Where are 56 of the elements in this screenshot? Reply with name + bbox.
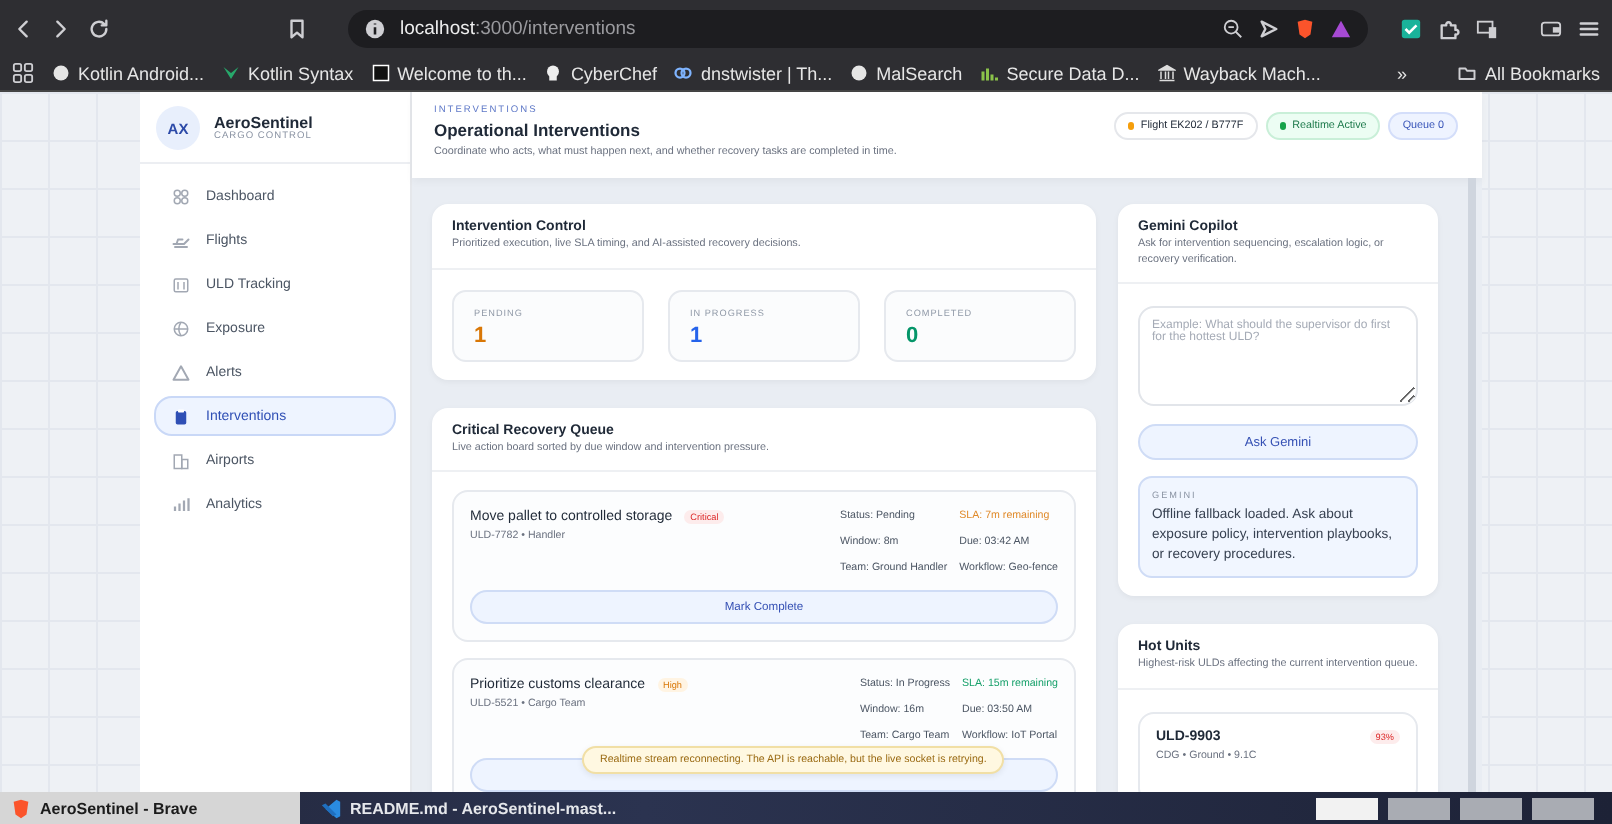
- share-icon: [1258, 17, 1280, 39]
- taskbar-window[interactable]: AeroSentinel - Brave: [0, 792, 300, 824]
- warning-icon: [172, 363, 190, 381]
- address-bar[interactable]: localhost:3000/interventions: [348, 9, 1368, 47]
- puzzle-icon: [1438, 17, 1460, 39]
- stat-value: 1: [690, 323, 705, 348]
- globe-icon: [172, 319, 190, 337]
- bookmark-link[interactable]: MalSearch: [876, 63, 963, 83]
- container-icon: [172, 275, 190, 293]
- building-icon: [1157, 64, 1176, 82]
- bookmark-link[interactable]: CyberChef: [570, 63, 657, 83]
- info-icon: [364, 17, 386, 39]
- bookmark-folder[interactable]: All Bookmarks: [1484, 63, 1600, 83]
- code-editor-icon: [320, 797, 342, 819]
- globe-icon: [850, 64, 869, 82]
- workspace-button[interactable]: [1460, 797, 1522, 819]
- checkbox-icon: [1400, 17, 1422, 39]
- triangle-icon: [1330, 17, 1352, 39]
- bookmark-link[interactable]: Welcome to th...: [397, 63, 527, 83]
- bars-icon: [980, 64, 999, 82]
- back-icon: [12, 17, 34, 39]
- stat-value: 0: [906, 323, 921, 348]
- workspace-button[interactable]: [1388, 797, 1450, 819]
- menu-icon: [1578, 17, 1600, 39]
- page-title: Operational Interventions: [434, 120, 642, 140]
- bar-chart-icon: [172, 495, 190, 513]
- folder-icon: [1458, 64, 1477, 82]
- devices-icon: [1476, 17, 1498, 39]
- bookmark-icon: [286, 17, 308, 39]
- workspace-button[interactable]: [1316, 797, 1378, 819]
- square-icon: [371, 64, 390, 82]
- forward-icon: [50, 17, 72, 39]
- zoom-out-icon: [1222, 17, 1244, 39]
- lion-shield-icon: [1294, 17, 1316, 39]
- clipboard-icon: [172, 407, 190, 425]
- taskbar-window[interactable]: README.md - AeroSentinel-mast...: [310, 792, 610, 824]
- stat-value: 1: [474, 323, 489, 348]
- chef-hat-icon: [544, 64, 563, 82]
- bookmark-link[interactable]: Kotlin Android...: [78, 63, 205, 83]
- globe-icon: [52, 64, 70, 82]
- grid-icon: [172, 187, 190, 205]
- lion-shield-icon: [10, 797, 32, 819]
- reload-icon: [88, 17, 110, 39]
- apps-grid-icon: [12, 62, 34, 84]
- bookmark-link[interactable]: Kotlin Syntax: [248, 63, 354, 83]
- wallet-icon: [1540, 17, 1562, 39]
- building-icon: [172, 451, 190, 469]
- bookmark-link[interactable]: Wayback Mach...: [1183, 63, 1321, 83]
- brand-name: AeroSentinel: [214, 114, 313, 132]
- url-text: localhost:3000/interventions: [400, 17, 638, 39]
- workspace-button[interactable]: [1532, 797, 1594, 819]
- leaf-icon: [222, 64, 241, 82]
- bookmark-link[interactable]: Secure Data D...: [1006, 63, 1140, 83]
- rings-icon: [674, 64, 693, 82]
- bookmark-link[interactable]: dnstwister | Th...: [700, 63, 833, 83]
- more-bookmarks[interactable]: »: [1396, 63, 1407, 83]
